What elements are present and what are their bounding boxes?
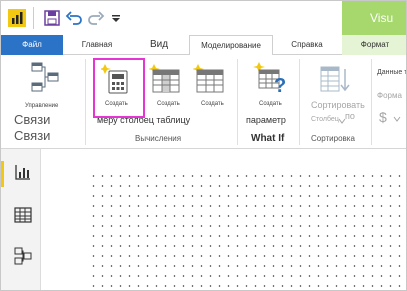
- tab-help[interactable]: Справка: [275, 35, 339, 55]
- canvas-dot-grid: [89, 171, 406, 290]
- data-type-label[interactable]: Данные т: [377, 69, 406, 76]
- tab-home[interactable]: Главная: [67, 35, 127, 55]
- group-separator: [299, 59, 300, 145]
- format-label[interactable]: Форма: [377, 91, 402, 100]
- currency-symbol[interactable]: $: [379, 109, 387, 125]
- report-view-icon[interactable]: [14, 163, 32, 181]
- manage-relationships-small[interactable]: Управление: [25, 103, 58, 109]
- model-view-icon[interactable]: [14, 247, 32, 265]
- app-window: Visu Файл Главная Вид Моделирование Спра…: [0, 0, 407, 291]
- group-separator: [85, 59, 86, 145]
- sort-group-label: Сортировка: [311, 134, 355, 143]
- data-view-icon[interactable]: [14, 206, 32, 224]
- visual-tools-tab[interactable]: Visu: [342, 1, 406, 35]
- save-icon[interactable]: [43, 9, 61, 27]
- new-table-small[interactable]: Создать: [201, 101, 224, 107]
- tab-format[interactable]: Формат: [342, 35, 406, 55]
- relationships-group-label: Связи: [14, 128, 51, 143]
- redo-icon[interactable]: [87, 9, 105, 27]
- new-table-icon[interactable]: [193, 63, 225, 93]
- new-parameter-icon[interactable]: ?: [253, 61, 287, 95]
- sort-label-line2: по: [345, 111, 355, 121]
- customize-qat-icon[interactable]: [107, 9, 125, 27]
- qat-separator: [33, 7, 34, 29]
- active-view-indicator: [1, 161, 4, 187]
- sort-by-column-icon[interactable]: [319, 65, 351, 95]
- sort-label-line3: Столбец: [311, 116, 339, 123]
- tab-view[interactable]: Вид: [131, 35, 187, 55]
- group-separator: [237, 59, 238, 145]
- manage-relationships-icon[interactable]: [29, 61, 61, 95]
- sort-label-line1[interactable]: Сортировать: [311, 100, 365, 110]
- group-separator: [371, 59, 372, 145]
- new-column-small[interactable]: Создать: [157, 101, 180, 107]
- whatif-group-label: What If: [251, 133, 285, 144]
- ribbon-panel: Управление Связи Связи Создать Создать С…: [1, 55, 406, 149]
- tab-modeling[interactable]: Моделирование: [189, 35, 273, 56]
- ribbon-tabs: Файл Главная Вид Моделирование Справка Ф…: [1, 35, 406, 56]
- undo-icon[interactable]: [65, 9, 83, 27]
- power-bi-logo-icon: [8, 9, 26, 27]
- svg-text:?: ?: [274, 75, 286, 95]
- title-bar: Visu: [1, 1, 406, 35]
- chevron-down-icon: [338, 118, 346, 124]
- chevron-down-icon: [393, 116, 401, 122]
- tab-file[interactable]: Файл: [1, 35, 63, 55]
- new-parameter-small[interactable]: Создать: [259, 101, 282, 107]
- new-measure-highlight: [93, 58, 145, 118]
- parameter-label: параметр: [246, 115, 286, 125]
- relationships-label: Связи: [14, 112, 51, 127]
- calculations-group-label: Вычисления: [135, 134, 182, 143]
- new-column-icon[interactable]: [149, 63, 181, 93]
